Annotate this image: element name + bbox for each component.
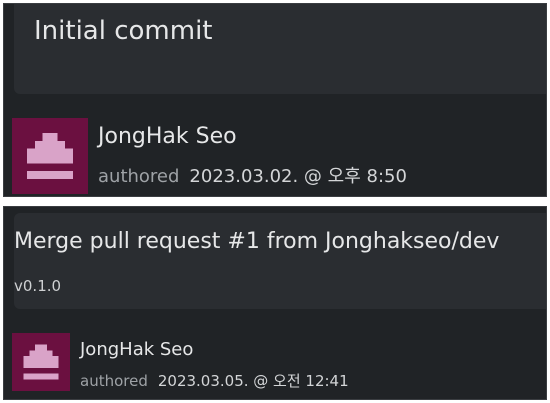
- commit-card: Merge pull request #1 from Jonghakseo/de…: [3, 206, 547, 400]
- commit-meta: authored 2023.03.02. @ 오후 8:50: [98, 162, 407, 188]
- commit-timestamp: 2023.03.02. @ 오후 8:50: [189, 166, 407, 187]
- commit-title[interactable]: Merge pull request #1 from Jonghakseo/de…: [14, 229, 499, 254]
- author-name[interactable]: JongHak Seo: [80, 339, 193, 360]
- author-avatar-icon[interactable]: [12, 333, 70, 391]
- author-name[interactable]: JongHak Seo: [98, 124, 237, 149]
- authored-label: authored: [80, 372, 148, 390]
- commit-title[interactable]: Initial commit: [34, 16, 212, 46]
- authored-label: authored: [98, 166, 180, 187]
- commit-message-box: Initial commit: [14, 4, 546, 94]
- author-avatar-icon[interactable]: [12, 118, 88, 194]
- commit-card: Initial commit JongHak Seo authored 2023.…: [3, 3, 547, 197]
- commit-timestamp: 2023.03.05. @ 오전 12:41: [157, 372, 349, 390]
- commit-message-box: [14, 213, 546, 309]
- commit-meta: authored 2023.03.05. @ 오전 12:41: [80, 370, 349, 391]
- version-tag: v0.1.0: [14, 277, 62, 295]
